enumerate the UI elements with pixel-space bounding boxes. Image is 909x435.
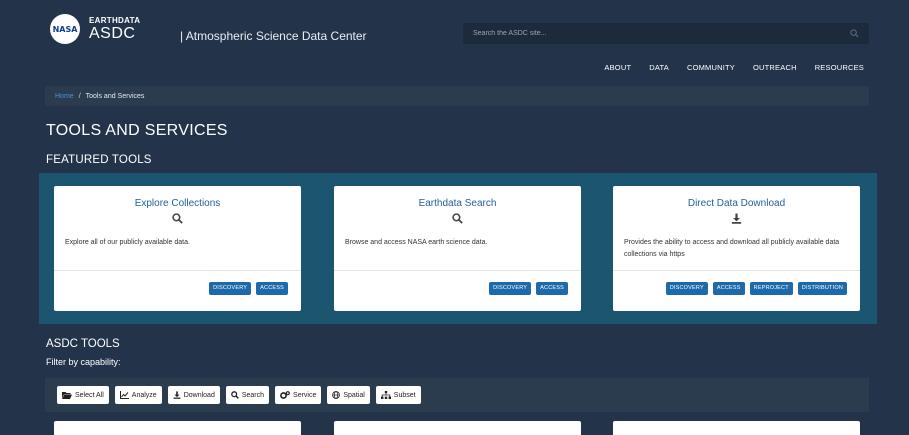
- search-icon[interactable]: [850, 29, 859, 38]
- card-divider: [334, 270, 581, 271]
- filter-label-text: Spatial: [343, 391, 365, 399]
- card-divider: [54, 270, 301, 271]
- filter-search-button[interactable]: Search: [225, 386, 270, 404]
- filter-label-text: Subset: [393, 391, 416, 399]
- card-title[interactable]: Direct Data Download: [613, 198, 860, 209]
- tag-access[interactable]: ACCESS: [712, 282, 745, 295]
- filter-analyze-button[interactable]: Analyze: [114, 386, 162, 404]
- filter-label-text: Download: [183, 391, 215, 399]
- main-nav: ABOUT DATA COMMUNITY OUTREACH RESOURCES: [604, 63, 864, 72]
- card-explore-collections: Explore Collections Explore all of our p…: [54, 186, 301, 311]
- card-tags: DISCOVERY ACCESS: [489, 282, 568, 295]
- card-title[interactable]: Explore Collections: [54, 198, 301, 209]
- filter-subset-button[interactable]: Subset: [375, 386, 421, 404]
- globe-icon: [332, 391, 341, 399]
- filter-service-button[interactable]: Service: [275, 386, 322, 404]
- tag-discovery[interactable]: DISCOVERY: [665, 282, 708, 295]
- nav-about[interactable]: ABOUT: [604, 63, 631, 72]
- tag-distribution[interactable]: DISTRIBUTION: [797, 282, 847, 295]
- nasa-logo[interactable]: NASA: [50, 14, 80, 44]
- search-icon: [334, 213, 581, 227]
- tag-discovery[interactable]: DISCOVERY: [209, 282, 252, 295]
- nasa-logo-text: NASA: [52, 24, 78, 34]
- search-icon: [54, 213, 301, 227]
- featured-tools-title: FEATURED TOOLS: [46, 154, 152, 166]
- search-input[interactable]: [473, 30, 833, 37]
- search-icon: [231, 391, 239, 399]
- card-description: Explore all of our publicly available da…: [65, 239, 190, 246]
- nav-data[interactable]: DATA: [649, 63, 669, 72]
- filter-label-text: Select All: [75, 391, 104, 399]
- card-direct-data-download: Direct Data Download Provides the abilit…: [613, 186, 860, 311]
- card-description: Provides the ability to access and downl…: [624, 239, 840, 258]
- tag-access[interactable]: ACCESS: [256, 282, 288, 295]
- card-tags: DISCOVERY ACCESS: [209, 282, 288, 295]
- download-icon: [173, 391, 181, 399]
- filter-label-text: Search: [241, 391, 265, 399]
- card-title[interactable]: Earthdata Search: [334, 198, 581, 209]
- cogs-icon: [280, 391, 290, 399]
- folder-open-icon: [62, 392, 72, 399]
- card-divider: [613, 270, 860, 271]
- brand-subtitle: | Atmospheric Science Data Center: [180, 29, 367, 43]
- filter-label-text: Analyze: [131, 391, 157, 399]
- filter-select-all-button[interactable]: Select All: [57, 386, 109, 404]
- tag-access[interactable]: ACCESS: [536, 282, 568, 295]
- tag-reproject[interactable]: REPROJECT: [749, 282, 793, 295]
- filter-bar: Select All Analyze Download Search Servi…: [45, 378, 869, 412]
- brand-asdc[interactable]: ASDC: [89, 25, 135, 43]
- breadcrumb-home[interactable]: Home: [55, 93, 74, 100]
- filter-label-text: Service: [293, 391, 317, 399]
- sitemap-icon: [380, 391, 391, 399]
- nav-community[interactable]: COMMUNITY: [687, 63, 735, 72]
- filter-spatial-button[interactable]: Spatial: [327, 386, 370, 404]
- brand-earthdata[interactable]: EARTHDATA: [89, 16, 140, 25]
- breadcrumb-current: Tools and Services: [85, 92, 145, 100]
- tag-discovery[interactable]: DISCOVERY: [489, 282, 532, 295]
- download-icon: [613, 213, 860, 227]
- site-search: [463, 23, 869, 44]
- breadcrumb: Home / Tools and Services: [45, 86, 869, 106]
- page-title: TOOLS AND SERVICES: [46, 122, 228, 139]
- line-chart-icon: [119, 391, 129, 399]
- asdc-tools-title: ASDC TOOLS: [46, 338, 120, 350]
- card-tags: DISCOVERY ACCESS REPROJECT DISTRIBUTION: [665, 282, 847, 295]
- card-description: Browse and access NASA earth science dat…: [345, 239, 488, 246]
- nav-outreach[interactable]: OUTREACH: [753, 63, 797, 72]
- filter-label: Filter by capability:: [46, 357, 121, 367]
- card-earthdata-search: Earthdata Search Browse and access NASA …: [334, 186, 581, 311]
- filter-download-button[interactable]: Download: [167, 386, 220, 404]
- breadcrumb-separator: /: [78, 92, 81, 100]
- nav-resources[interactable]: RESOURCES: [815, 63, 864, 72]
